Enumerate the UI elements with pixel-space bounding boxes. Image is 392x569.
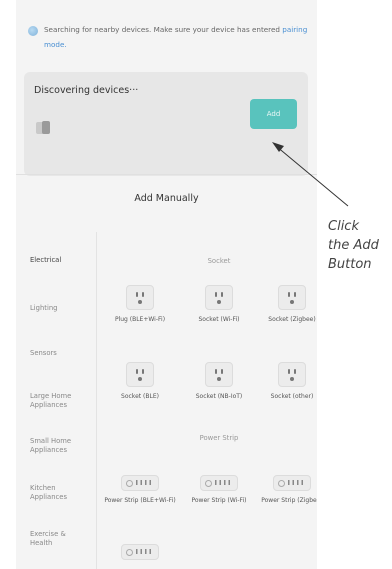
callout-line-2: the Add bbox=[328, 238, 379, 253]
callout-line-3: Button bbox=[328, 257, 372, 272]
arrow-shaft bbox=[275, 145, 349, 207]
callout-line-1: Click bbox=[328, 219, 359, 234]
arrow-head bbox=[272, 142, 284, 152]
callout-arrow bbox=[272, 142, 349, 207]
instruction-callout: Click the Add Button bbox=[328, 217, 379, 274]
